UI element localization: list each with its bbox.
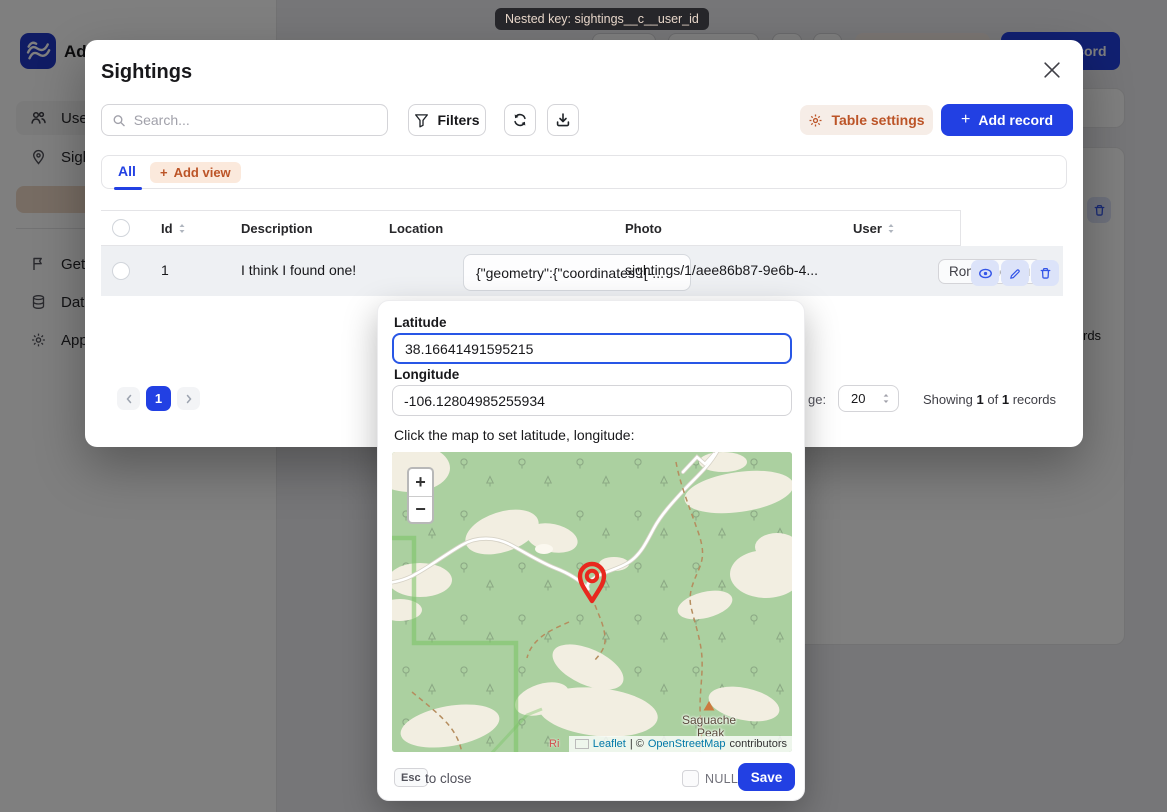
sort-icon[interactable] xyxy=(178,223,186,234)
plus-icon: + xyxy=(160,165,168,180)
table-settings-button[interactable]: Table settings xyxy=(800,105,933,135)
column-header-location[interactable]: Location xyxy=(389,221,443,236)
stepper-arrows-icon xyxy=(882,393,890,404)
pencil-icon xyxy=(1009,267,1022,280)
map-attribution: Leaflet | © OpenStreetMap contributors xyxy=(569,736,792,752)
esc-hint-text: to close xyxy=(425,771,472,786)
views-tab-bar: All + Add view xyxy=(101,155,1067,189)
add-record-button[interactable]: + Add record xyxy=(941,104,1073,136)
table-header: Id Description Location Photo User xyxy=(101,210,961,246)
select-all-checkbox[interactable] xyxy=(112,219,130,237)
save-button[interactable]: Save xyxy=(738,763,795,791)
column-header-user[interactable]: User xyxy=(853,221,895,236)
gear-icon xyxy=(808,113,823,128)
page-size-label-fragment: ge: xyxy=(808,392,826,407)
download-icon xyxy=(555,112,571,128)
location-editor-popover: Latitude Longitude Click the map to set … xyxy=(377,300,805,801)
leaflet-link[interactable]: Leaflet xyxy=(593,738,626,750)
filter-funnel-icon xyxy=(414,113,429,128)
delete-row-button[interactable] xyxy=(1031,260,1059,286)
page-size-stepper[interactable]: 20 xyxy=(838,385,899,412)
cell-description[interactable]: I think I found one! xyxy=(241,262,356,278)
filters-button[interactable]: Filters xyxy=(408,104,486,136)
download-button[interactable] xyxy=(547,104,579,136)
view-row-button[interactable] xyxy=(971,260,999,286)
sort-icon[interactable] xyxy=(887,223,895,234)
modal-title: Sightings xyxy=(101,61,192,84)
longitude-label: Longitude xyxy=(394,367,459,382)
trash-icon xyxy=(1039,267,1052,280)
showing-records-text: Showing 1 of 1 records xyxy=(923,392,1056,407)
column-header-description[interactable]: Description xyxy=(241,221,313,236)
latitude-label: Latitude xyxy=(394,315,447,330)
latitude-input[interactable] xyxy=(392,333,792,364)
table-row[interactable]: 1 I think I found one! {"geometry":{"coo… xyxy=(101,246,1063,296)
longitude-input[interactable] xyxy=(392,385,792,416)
null-label: NULL xyxy=(705,772,738,786)
search-icon xyxy=(112,113,126,128)
null-checkbox[interactable] xyxy=(682,770,699,787)
nested-key-tooltip: Nested key: sightings__c__user_id xyxy=(495,8,709,30)
openstreetmap-link[interactable]: OpenStreetMap xyxy=(648,738,726,750)
plus-icon: + xyxy=(961,112,970,128)
row-checkbox[interactable] xyxy=(112,262,130,280)
map-label-peak-name: Saguache xyxy=(682,713,736,727)
eye-icon xyxy=(978,267,993,280)
map-label-red-fragment: Ri xyxy=(549,738,559,750)
page-number-button[interactable]: 1 xyxy=(146,386,171,411)
esc-key-badge: Esc xyxy=(394,768,428,787)
search-input[interactable] xyxy=(101,104,388,136)
prev-page-button[interactable] xyxy=(117,387,140,410)
map-zoom-control: + − xyxy=(407,467,434,524)
refresh-button[interactable] xyxy=(504,104,536,136)
close-icon[interactable] xyxy=(1044,62,1064,82)
cell-photo[interactable]: sightings/1/aee86b87-9e6b-4... xyxy=(625,262,818,278)
chevron-right-icon xyxy=(185,394,193,404)
tab-all[interactable]: All xyxy=(118,163,136,179)
next-page-button[interactable] xyxy=(177,387,200,410)
ukraine-flag-icon xyxy=(575,739,589,749)
refresh-icon xyxy=(512,112,528,128)
add-view-button[interactable]: + Add view xyxy=(150,162,241,183)
column-header-photo[interactable]: Photo xyxy=(625,221,662,236)
leaflet-map[interactable]: + − Saguache Peak Ri Leaflet | © OpenStr… xyxy=(392,452,792,752)
zoom-in-button[interactable]: + xyxy=(409,469,432,496)
chevron-left-icon xyxy=(125,394,133,404)
map-tiles xyxy=(392,452,792,752)
column-header-id[interactable]: Id xyxy=(161,221,186,236)
zoom-out-button[interactable]: − xyxy=(409,497,432,524)
cell-id[interactable]: 1 xyxy=(161,262,169,278)
active-tab-underline xyxy=(114,187,142,190)
map-hint-text: Click the map to set latitude, longitude… xyxy=(394,427,634,443)
edit-row-button[interactable] xyxy=(1001,260,1029,286)
